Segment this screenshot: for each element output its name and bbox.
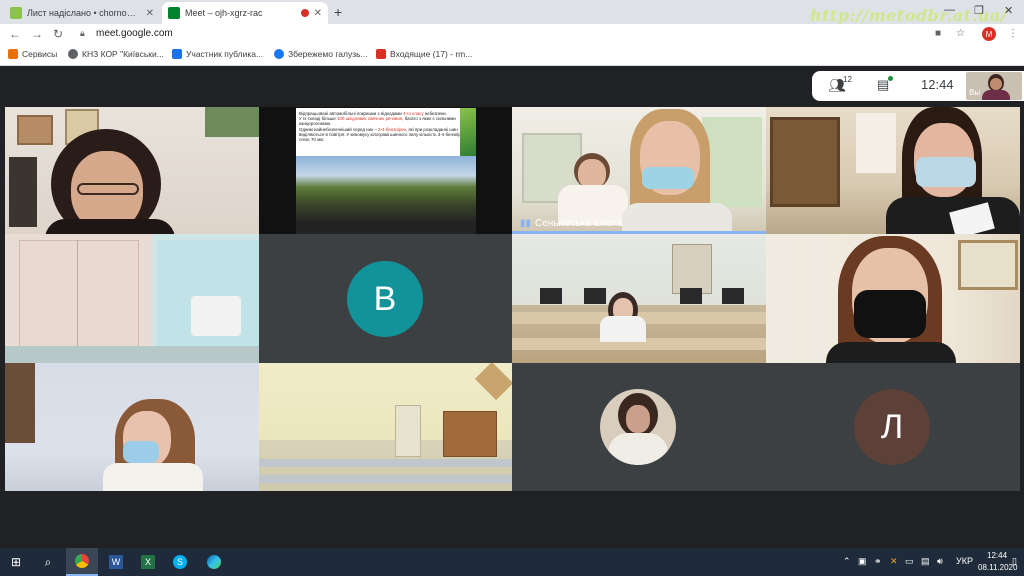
tire-dump-photo xyxy=(296,156,476,234)
audio-bars-icon: ▮▮ xyxy=(520,218,532,229)
recording-icon xyxy=(300,9,309,17)
url-text[interactable]: meet.google.com xyxy=(96,28,173,39)
self-label: Вы xyxy=(969,88,981,97)
meet-favicon-icon xyxy=(168,7,180,19)
participant-avatar-b: В xyxy=(347,261,423,337)
excel-taskbar-icon[interactable]: X xyxy=(134,548,162,576)
tab-label: Meet – ojh-xgrz-rac xyxy=(185,8,263,18)
camera-icon[interactable]: ■ xyxy=(935,28,941,39)
avatar-tile-b[interactable]: В xyxy=(259,234,512,363)
tab-label: Лист надіслано • chornous_o_v@ xyxy=(27,8,141,18)
skype-taskbar-icon[interactable]: S xyxy=(166,548,194,576)
participant-count: 12 xyxy=(843,75,852,84)
chrome-taskbar-icon[interactable] xyxy=(66,548,98,576)
video-tile-student-3[interactable] xyxy=(5,363,259,491)
close-window-icon[interactable]: ✕ xyxy=(1004,4,1013,17)
word-taskbar-icon[interactable]: W xyxy=(102,548,130,576)
meeting-time: 12:44 xyxy=(921,77,954,92)
slide-accent xyxy=(460,108,476,156)
avatar-tile-photo[interactable] xyxy=(512,363,766,491)
search-icon[interactable]: ⌕ xyxy=(34,548,62,576)
video-tile-senkivska-school[interactable]: ▮▮ Сеньківська школа xyxy=(512,107,766,234)
bookmark-services[interactable]: Сервисы xyxy=(8,49,57,59)
tray-network-app-icon[interactable]: ⚭ xyxy=(874,556,882,567)
tab-meet[interactable]: Meet – ojh-xgrz-rac ✕ xyxy=(162,2,328,24)
video-tile-student-1[interactable] xyxy=(766,107,1020,234)
tab-mail[interactable]: Лист надіслано • chornous_o_v@ ✕ xyxy=(4,2,160,24)
bookmark-facebook[interactable]: Збережемо галузь... xyxy=(274,49,368,59)
tray-app-icon[interactable]: ▣ xyxy=(858,556,867,567)
participant-photo-avatar xyxy=(600,389,676,465)
video-tile-classroom[interactable] xyxy=(259,363,512,491)
edge-taskbar-icon[interactable] xyxy=(200,548,228,576)
menu-icon[interactable]: ⋮ xyxy=(1008,28,1018,39)
bookmark-participant[interactable]: Участник публика... xyxy=(172,49,263,59)
volume-icon[interactable]: 🔊︎ xyxy=(937,556,943,567)
clock-time[interactable]: 12:44 xyxy=(987,551,1007,560)
participant-name: Сеньківська школа xyxy=(535,218,623,229)
video-tile-empty-room[interactable] xyxy=(5,234,259,363)
show-hidden-icons-icon[interactable]: ⌃ xyxy=(843,556,851,567)
battery-icon[interactable]: ▭ xyxy=(905,556,914,567)
bookmark-label: Входящие (17) - rm... xyxy=(390,49,473,59)
glasses-icon xyxy=(77,183,139,195)
reload-icon[interactable]: ↻ xyxy=(53,27,63,41)
zoom-icon xyxy=(172,49,182,59)
slide-text: Відпрацьовані автомобільні покришки є ві… xyxy=(299,111,468,143)
tray-tool-icon[interactable]: ✕ xyxy=(890,556,898,567)
notifications-icon[interactable]: ▯ xyxy=(1012,556,1017,567)
restore-icon[interactable]: ❐ xyxy=(974,4,984,17)
mask-icon xyxy=(123,441,159,463)
bookmark-knz[interactable]: КНЗ КОР "Київськи... xyxy=(68,49,164,59)
video-tile-student-2[interactable] xyxy=(766,234,1020,363)
video-tile-teacher[interactable] xyxy=(5,107,259,234)
minimize-icon[interactable]: — xyxy=(944,4,955,16)
mask-icon xyxy=(854,290,926,338)
participant-avatar-l: Л xyxy=(854,389,930,465)
star-icon[interactable]: ☆ xyxy=(956,28,965,39)
globe-icon xyxy=(68,49,78,59)
mask-icon xyxy=(916,157,976,187)
account-avatar[interactable]: M xyxy=(982,27,996,41)
participant-name-chip: ▮▮ Сеньківська школа xyxy=(520,218,623,229)
video-tile-computer-lab[interactable] xyxy=(512,234,766,363)
mail-icon xyxy=(376,49,386,59)
forward-arrow-icon[interactable]: → xyxy=(31,27,43,41)
apps-grid-icon xyxy=(8,49,18,59)
bookmark-label: КНЗ КОР "Київськи... xyxy=(82,49,164,59)
chat-notification-dot xyxy=(888,76,893,81)
bookmark-mail[interactable]: Входящие (17) - rm... xyxy=(376,49,472,59)
windows-start-icon[interactable]: ⊞ xyxy=(0,548,32,576)
mask-icon xyxy=(642,167,694,189)
address-bar[interactable] xyxy=(74,26,1002,44)
close-icon[interactable]: ✕ xyxy=(146,8,154,19)
bookmark-label: Збережемо галузь... xyxy=(288,49,368,59)
bookmark-label: Сервисы xyxy=(22,49,58,59)
mail-favicon-icon xyxy=(10,7,22,19)
network-icon[interactable]: ▤ xyxy=(921,556,930,567)
facebook-icon xyxy=(274,49,284,59)
new-tab-button[interactable]: + xyxy=(334,4,342,20)
avatar-tile-l[interactable]: Л xyxy=(766,363,1020,491)
bookmark-label: Участник публика... xyxy=(186,49,264,59)
back-arrow-icon[interactable]: ← xyxy=(9,27,21,41)
shared-slide: Відпрацьовані автомобільні покришки є ві… xyxy=(296,108,476,234)
lock-icon[interactable]: 🔒︎ xyxy=(80,28,85,39)
close-icon[interactable]: ✕ xyxy=(314,8,322,19)
language-indicator[interactable]: УКР xyxy=(956,556,973,566)
